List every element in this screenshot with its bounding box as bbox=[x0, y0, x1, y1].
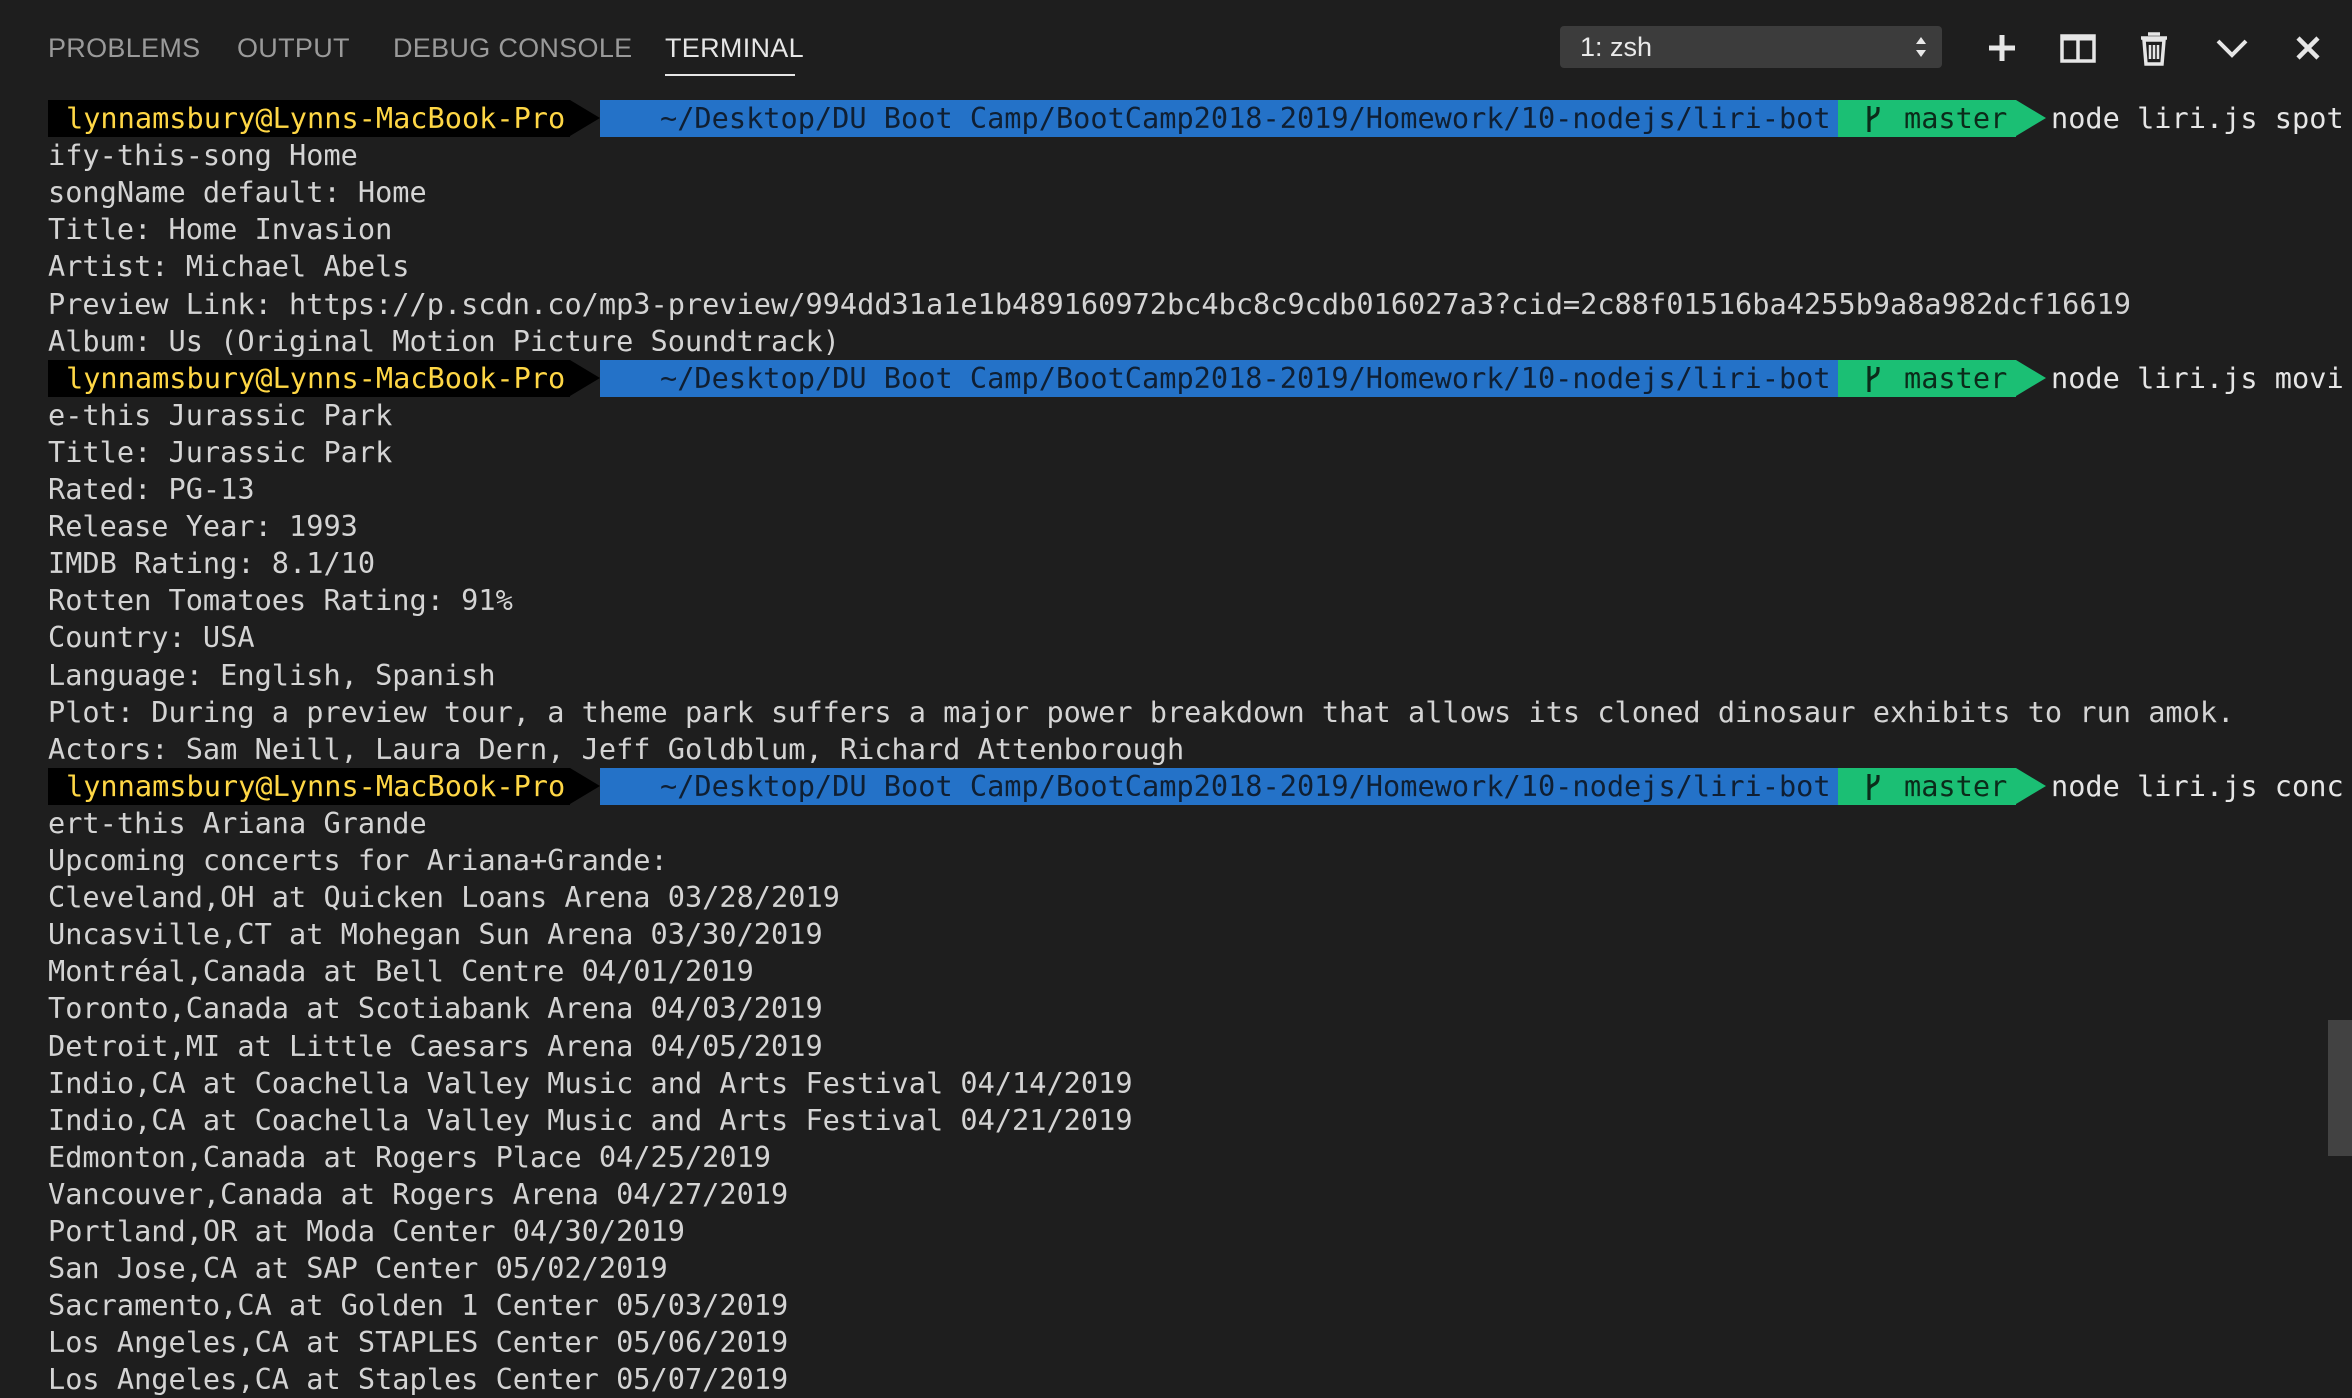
prompt-separator bbox=[2016, 359, 2046, 396]
prompt-separator bbox=[570, 767, 600, 804]
git-branch-icon bbox=[1867, 365, 1880, 392]
prompt-separator bbox=[570, 359, 600, 396]
prompt-line: lynnamsbury@Lynns-MacBook-Pro ~/Desktop/D… bbox=[48, 100, 2344, 137]
git-branch-icon bbox=[1867, 106, 1880, 132]
prompt-line: lynnamsbury@Lynns-MacBook-Pro ~/Desktop/D… bbox=[48, 359, 2344, 397]
terminal-line: Title: Jurassic Park bbox=[48, 434, 393, 469]
active-tab-indicator bbox=[665, 74, 795, 76]
terminal-line: Artist: Michael Abels bbox=[48, 249, 410, 284]
terminal-line: ify-this-song Home bbox=[48, 138, 358, 173]
terminal-line: Vancouver,Canada at Rogers Arena 04/27/2… bbox=[48, 1176, 789, 1211]
git-branch-icon bbox=[1867, 773, 1880, 800]
terminal-line: Los Angeles,CA at STAPLES Center 05/06/2… bbox=[48, 1325, 789, 1360]
terminal-line: songName default: Home bbox=[48, 175, 427, 210]
prompt-separator bbox=[2016, 100, 2046, 136]
terminal-select[interactable]: 1: zsh bbox=[1560, 26, 1942, 68]
terminal-line: Cleveland,OH at Quicken Loans Arena 03/2… bbox=[48, 880, 840, 915]
terminal-line: Title: Home Invasion bbox=[48, 212, 393, 247]
terminal-line: Sacramento,CA at Golden 1 Center 05/03/2… bbox=[48, 1288, 789, 1323]
terminal-scrollbar[interactable] bbox=[2328, 1020, 2352, 1156]
trash-icon[interactable] bbox=[2130, 24, 2178, 72]
prompt-path: ~/Desktop/DU Boot Camp/BootCamp2018-2019… bbox=[600, 767, 1838, 805]
terminal-line: Preview Link: https://p.scdn.co/mp3-prev… bbox=[48, 286, 2132, 321]
prompt-command: node liri.js spot bbox=[2051, 101, 2344, 135]
chevron-down-icon[interactable] bbox=[2208, 24, 2256, 72]
terminal-line: San Jose,CA at SAP Center 05/02/2019 bbox=[48, 1251, 668, 1286]
terminal-line: Country: USA bbox=[48, 620, 255, 655]
terminal-line: Los Angeles,CA at Staples Center 05/07/2… bbox=[48, 1362, 789, 1397]
prompt-path: ~/Desktop/DU Boot Camp/BootCamp2018-2019… bbox=[600, 100, 1838, 137]
terminal-line: Toronto,Canada at Scotiabank Arena 04/03… bbox=[48, 991, 823, 1026]
prompt-path: ~/Desktop/DU Boot Camp/BootCamp2018-2019… bbox=[600, 359, 1838, 397]
prompt-separator bbox=[570, 100, 600, 136]
terminal-line: Rated: PG-13 bbox=[48, 472, 255, 506]
split-icon[interactable] bbox=[2054, 24, 2102, 72]
terminal-line: Rotten Tomatoes Rating: 91% bbox=[48, 583, 513, 618]
terminal-select-value: 1: zsh bbox=[1580, 32, 1653, 62]
select-arrows-icon bbox=[1916, 37, 1926, 57]
terminal-line: Montréal,Canada at Bell Centre 04/01/201… bbox=[48, 954, 754, 989]
tab-problems[interactable]: PROBLEMS bbox=[48, 32, 200, 64]
terminal-line: Release Year: 1993 bbox=[48, 509, 358, 544]
terminal-line: Language: English, Spanish bbox=[48, 657, 496, 692]
prompt-user: lynnamsbury@Lynns-MacBook-Pro bbox=[48, 100, 570, 137]
terminal-line: Upcoming concerts for Ariana+Grande: bbox=[48, 843, 668, 877]
terminal-output[interactable]: lynnamsbury@Lynns-MacBook-Pro ~/Desktop/D… bbox=[48, 100, 2352, 1398]
tab-debug-console[interactable]: DEBUG CONSOLE bbox=[393, 32, 632, 64]
prompt-command: node liri.js conc bbox=[2051, 768, 2344, 803]
terminal-line: ert-this Ariana Grande bbox=[48, 805, 427, 840]
prompt-user: lynnamsbury@Lynns-MacBook-Pro bbox=[48, 359, 570, 397]
prompt-line: lynnamsbury@Lynns-MacBook-Pro ~/Desktop/D… bbox=[48, 767, 2344, 805]
terminal-line: Plot: During a preview tour, a theme par… bbox=[48, 694, 2235, 729]
prompt-user: lynnamsbury@Lynns-MacBook-Pro bbox=[48, 767, 570, 805]
terminal-line: Album: Us (Original Motion Picture Sound… bbox=[48, 323, 840, 358]
plus-icon[interactable] bbox=[1978, 24, 2026, 72]
tab-terminal[interactable]: TERMINAL bbox=[665, 32, 804, 64]
close-icon[interactable] bbox=[2284, 24, 2332, 72]
terminal-line: Detroit,MI at Little Caesars Arena 04/05… bbox=[48, 1028, 823, 1063]
prompt-command: node liri.js movi bbox=[2051, 360, 2344, 395]
panel-header: PROBLEMS OUTPUT DEBUG CONSOLE TERMINAL 1… bbox=[0, 0, 2352, 95]
terminal-line: Indio,CA at Coachella Valley Music and A… bbox=[48, 1065, 1133, 1100]
terminal-line: Uncasville,CT at Mohegan Sun Arena 03/30… bbox=[48, 917, 823, 952]
tab-output[interactable]: OUTPUT bbox=[237, 32, 350, 64]
terminal-line: Indio,CA at Coachella Valley Music and A… bbox=[48, 1102, 1133, 1137]
terminal-line: Portland,OR at Moda Center 04/30/2019 bbox=[48, 1214, 685, 1248]
prompt-separator bbox=[2016, 767, 2046, 804]
terminal-line: Edmonton,Canada at Rogers Place 04/25/20… bbox=[48, 1139, 772, 1174]
terminal-line: IMDB Rating: 8.1/10 bbox=[48, 546, 376, 581]
terminal-line: e-this Jurassic Park bbox=[48, 397, 393, 432]
terminal-line: Actors: Sam Neill, Laura Dern, Jeff Gold… bbox=[48, 731, 1185, 766]
